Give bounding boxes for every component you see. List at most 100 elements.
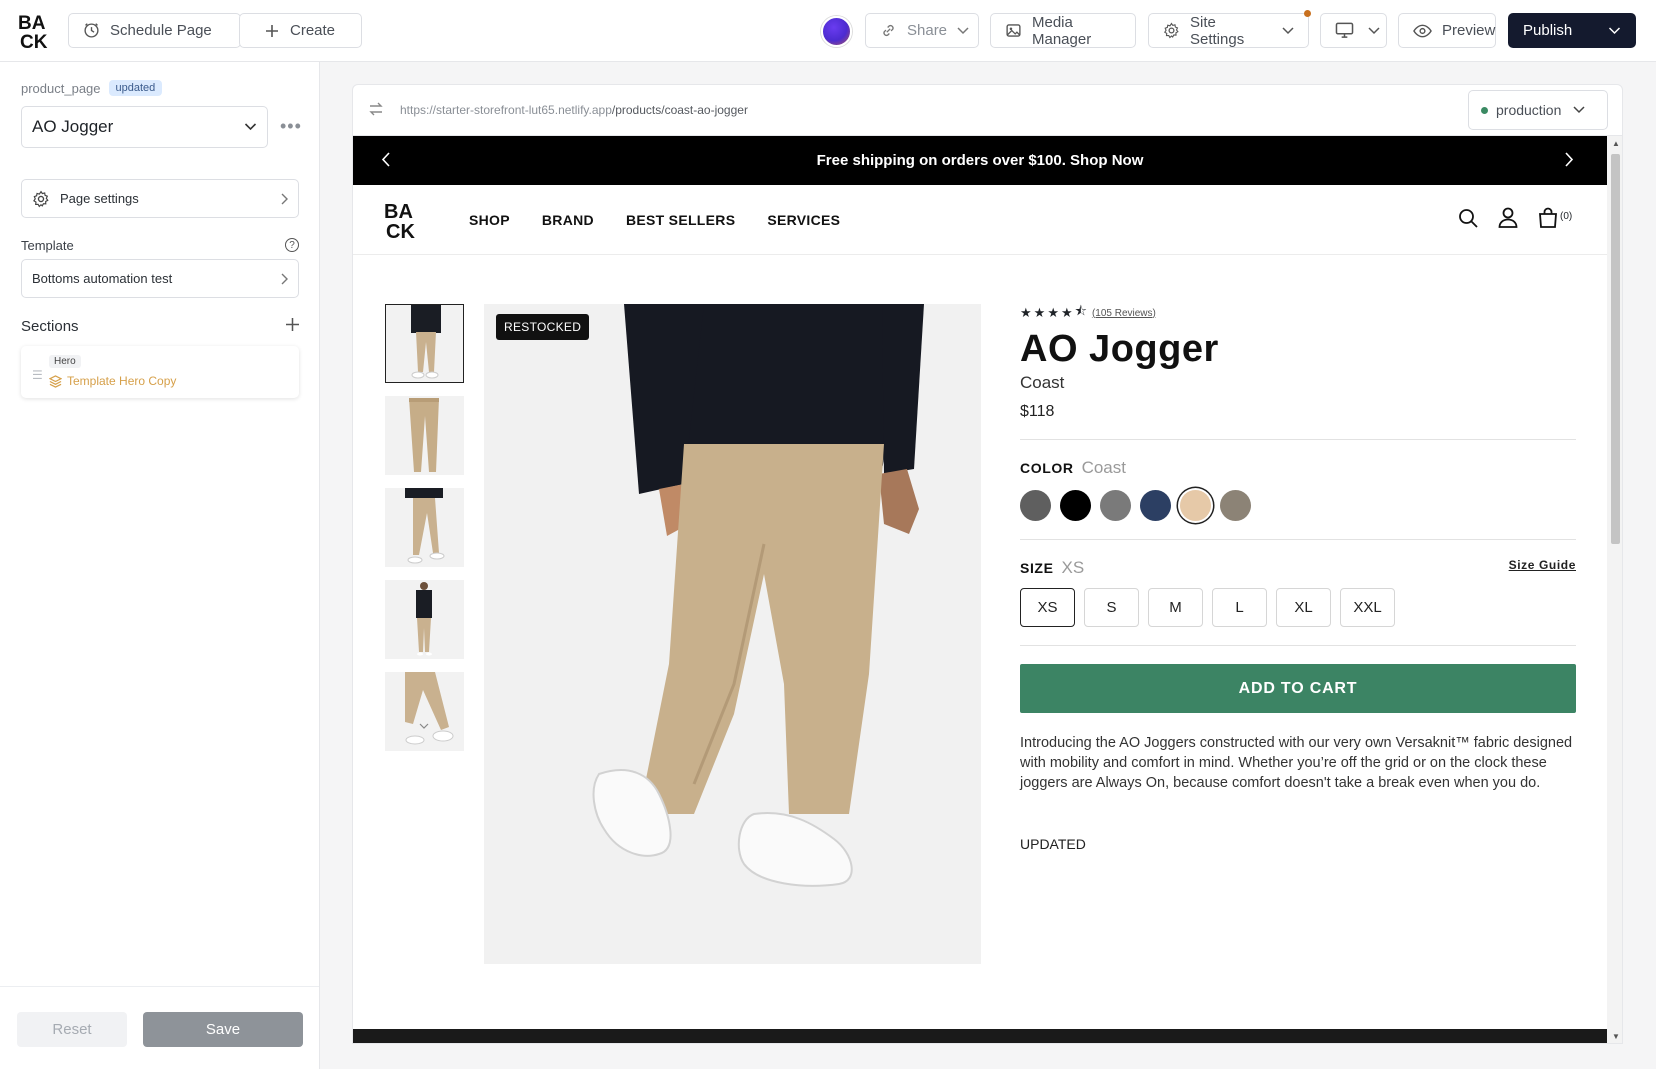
add-to-cart-button[interactable]: ADD TO CART (1020, 664, 1576, 713)
product-thumbnail[interactable] (385, 580, 464, 659)
chevron-down-icon (244, 123, 257, 131)
device-preview-button[interactable] (1320, 13, 1387, 48)
page-settings-label: Page settings (60, 191, 139, 206)
schedule-page-label: Schedule Page (110, 22, 212, 39)
reviews-link[interactable]: (105 Reviews) (1092, 308, 1156, 319)
media-manager-button[interactable]: Media Manager (990, 13, 1136, 48)
product-price: $118 (1020, 403, 1055, 420)
nav-shop[interactable]: SHOP (469, 212, 510, 228)
announcement-bar: Free shipping on orders over $100. Shop … (353, 136, 1607, 185)
back-logo[interactable]: BA CK (18, 12, 54, 50)
account-icon[interactable] (1498, 207, 1518, 228)
color-swatch[interactable] (1140, 490, 1171, 521)
plus-icon (266, 24, 278, 37)
preview-button[interactable]: Preview (1398, 13, 1496, 48)
site-settings-label: Site Settings (1190, 13, 1245, 48)
editor-sidebar: product_page updated AO Jogger ••• Page … (0, 62, 320, 1069)
scroll-thumb[interactable] (1611, 154, 1620, 544)
page-select-value: AO Jogger (32, 117, 114, 136)
scroll-up-icon[interactable]: ▲ (1612, 139, 1620, 148)
size-option[interactable]: XS (1020, 588, 1075, 627)
product-thumbnails (385, 304, 465, 764)
publish-button[interactable]: Publish (1508, 13, 1636, 48)
restocked-badge: RESTOCKED (496, 314, 590, 340)
status-dot (1481, 106, 1488, 114)
share-label: Share (907, 22, 948, 39)
product-thumbnail[interactable] (385, 672, 464, 751)
svg-text:BA: BA (384, 201, 413, 223)
color-swatches (1020, 490, 1576, 521)
color-swatch[interactable] (1060, 490, 1091, 521)
color-swatch[interactable] (1220, 490, 1251, 521)
size-label: SIZE (1020, 560, 1054, 576)
create-button[interactable]: Create (239, 13, 362, 48)
chevron-right-icon[interactable] (1565, 152, 1574, 167)
color-swatch-selected[interactable] (1180, 490, 1211, 521)
search-icon[interactable] (1458, 208, 1478, 228)
size-option[interactable]: L (1212, 588, 1267, 627)
svg-text:BA: BA (18, 13, 46, 34)
color-swatch[interactable] (1020, 490, 1051, 521)
store-header: BA CK SHOP BRAND BEST SELLERS SERVICES (… (353, 185, 1607, 255)
star-icon: ★ (1047, 305, 1059, 320)
swap-icon[interactable] (368, 101, 384, 117)
page-select[interactable]: AO Jogger (21, 106, 268, 148)
help-icon[interactable]: ? (285, 238, 299, 252)
preview-scrollbar[interactable]: ▲ ▼ (1607, 136, 1622, 1043)
product-subtitle: Coast (1020, 373, 1065, 392)
size-guide-link[interactable]: Size Guide (1509, 558, 1576, 572)
section-type-tag: Hero (49, 355, 81, 368)
monitor-icon (1335, 22, 1354, 38)
store-logo[interactable]: BA CK (384, 200, 420, 240)
drag-handle-icon[interactable]: ☰ (32, 368, 43, 382)
create-label: Create (290, 22, 336, 39)
environment-select[interactable]: production (1468, 90, 1608, 130)
template-value: Bottoms automation test (32, 271, 173, 286)
more-options-icon[interactable]: ••• (280, 116, 302, 137)
media-manager-label: Media Manager (1032, 13, 1092, 48)
divider (1020, 539, 1576, 540)
reset-button[interactable]: Reset (17, 1012, 127, 1047)
scroll-down-icon[interactable]: ▼ (1612, 1032, 1620, 1041)
product-main-image[interactable]: RESTOCKED (484, 304, 981, 964)
preview-url[interactable]: https://starter-storefront-lut65.netlify… (400, 103, 748, 117)
sections-header: Sections (21, 318, 299, 335)
color-label: COLOR (1020, 460, 1074, 476)
product-thumbnail[interactable] (385, 396, 464, 475)
user-avatar[interactable] (821, 16, 852, 47)
schedule-page-button[interactable]: Schedule Page (68, 13, 241, 48)
site-preview-frame: https://starter-storefront-lut65.netlify… (352, 84, 1623, 1044)
image-icon (1006, 24, 1021, 37)
nav-services[interactable]: SERVICES (767, 212, 840, 228)
size-option[interactable]: S (1084, 588, 1139, 627)
eye-icon (1413, 24, 1432, 37)
star-icon: ★ (1060, 305, 1073, 320)
page-type-label: product_page (21, 80, 101, 96)
nav-brand[interactable]: BRAND (542, 212, 594, 228)
size-option[interactable]: M (1148, 588, 1203, 627)
site-settings-button[interactable]: Site Settings (1148, 13, 1309, 48)
page-settings-row[interactable]: Page settings (21, 179, 299, 218)
save-button[interactable]: Save (143, 1012, 303, 1047)
size-option[interactable]: XL (1276, 588, 1331, 627)
product-thumbnail[interactable] (385, 488, 464, 567)
cart-icon[interactable] (1538, 207, 1558, 228)
color-swatch[interactable] (1100, 490, 1131, 521)
star-icon: ★ (1020, 305, 1032, 320)
chevron-left-icon[interactable] (381, 152, 390, 167)
announcement-text[interactable]: Free shipping on orders over $100. Shop … (817, 152, 1144, 169)
size-options: XS S M L XL XXL (1020, 588, 1576, 627)
color-value: Coast (1081, 458, 1126, 477)
nav-best-sellers[interactable]: BEST SELLERS (626, 212, 735, 228)
section-item-hero[interactable]: ☰ Hero Template Hero Copy (21, 346, 299, 398)
store-nav: SHOP BRAND BEST SELLERS SERVICES (469, 212, 840, 228)
share-button[interactable]: Share (865, 13, 979, 48)
template-row[interactable]: Bottoms automation test (21, 259, 299, 298)
product-thumbnail[interactable] (385, 304, 464, 383)
add-section-icon[interactable] (286, 318, 299, 331)
chevron-down-icon (1368, 26, 1380, 34)
divider (1020, 645, 1576, 646)
chevron-down-icon[interactable] (1608, 26, 1621, 35)
page-type-row: product_page updated (21, 80, 163, 96)
size-option[interactable]: XXL (1340, 588, 1395, 627)
